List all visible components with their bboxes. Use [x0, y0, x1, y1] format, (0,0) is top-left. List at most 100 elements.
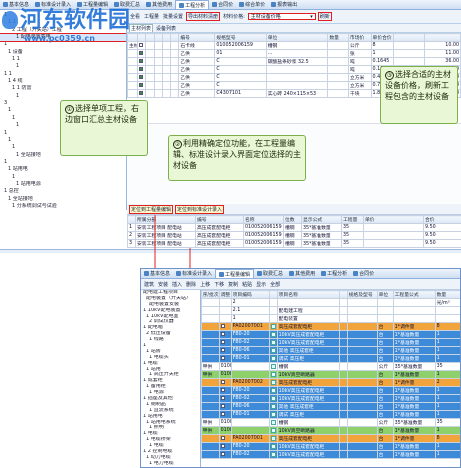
column-header-total[interactable]: [423, 33, 461, 42]
row-checkbox[interactable]: [137, 41, 147, 50]
checkbox-icon[interactable]: [139, 82, 144, 87]
toolbar-button[interactable]: 复制: [227, 281, 239, 288]
table-row[interactable]: 主材 石卡线 010052006159 槽钢 公斤 8 10.00: [127, 41, 461, 50]
table-row[interactable]: FB0-02 10kV高压成套配电柜 台 1*基准数量 1: [200, 450, 460, 459]
checkbox-icon[interactable]: [139, 66, 144, 71]
table-row[interactable]: 甲供010052006186 10kV真空断路器 台1*基准数量1: [200, 426, 460, 435]
column-header[interactable]: 单位: [265, 33, 329, 42]
column-header[interactable]: 规格及型号: [346, 290, 378, 299]
bottom-tab[interactable]: 取费汇总: [254, 269, 286, 278]
column-header[interactable]: 单位: [376, 290, 394, 299]
row-checkbox[interactable]: [218, 450, 232, 459]
row-checkbox[interactable]: [218, 354, 232, 363]
checkbox-icon[interactable]: [220, 395, 225, 400]
column-header[interactable]: 显示公式: [301, 215, 342, 224]
group-select[interactable]: 工程量: [143, 13, 160, 20]
tab-unit-price[interactable]: 综合单价: [236, 0, 268, 9]
table-row[interactable]: FB0-06 其他 高压成套柜 台 1*基准数量 1: [200, 346, 460, 355]
checkbox-icon[interactable]: [220, 411, 225, 416]
checkbox-icon[interactable]: [220, 347, 225, 352]
column-header[interactable]: 数量: [327, 33, 349, 42]
table-row[interactable]: FB0-20 10kV高压成套配电柜 台 1*基准数量 1: [200, 386, 460, 395]
table-row[interactable]: 1 安装工程项目 配电站 高压成套配电柜 010052006159 槽钢 35*基准数量 3…: [127, 223, 461, 232]
table-row[interactable]: FB0-20 10kV高压成套配电柜 台 1*基准数量 1: [200, 442, 460, 451]
tree-node[interactable]: 1 站用电源: [0, 181, 126, 188]
row-checkbox[interactable]: [137, 81, 147, 90]
toolbar-button[interactable]: 插入: [171, 281, 183, 288]
table-row[interactable]: FB0-01 调试 高压柜 台 1*基准数量 1: [200, 354, 460, 363]
tab-material-list[interactable]: 主材列表: [129, 24, 154, 32]
tree-node[interactable]: 1: [0, 159, 126, 166]
column-header[interactable]: 位数: [283, 215, 302, 224]
tree-node[interactable]: 1 分系统调试与试验: [0, 203, 126, 210]
column-header[interactable]: [127, 215, 136, 224]
tree-node[interactable]: 1 站用电: [0, 166, 126, 173]
tree-node[interactable]: 1 全站接地: [0, 196, 126, 203]
row-checkbox[interactable]: [218, 410, 232, 419]
bottom-tab[interactable]: 工程量编辑: [215, 269, 255, 278]
checkbox-icon[interactable]: [139, 50, 144, 55]
tab-equipment-list[interactable]: 设备列表: [155, 25, 177, 32]
tree-node[interactable]: 1 1: [0, 56, 126, 63]
checkbox-icon[interactable]: [220, 387, 225, 392]
column-header[interactable]: [338, 290, 348, 299]
tab-project-analysis[interactable]: 工程分析: [175, 0, 210, 9]
checkbox-icon[interactable]: [220, 331, 225, 336]
checkbox-icon[interactable]: [139, 90, 144, 95]
checkbox-icon[interactable]: [220, 323, 225, 328]
refresh-button[interactable]: 刷新: [317, 12, 332, 21]
bottom-tab[interactable]: 标准设计录入: [173, 269, 215, 278]
column-header[interactable]: [145, 33, 155, 42]
checkbox-icon[interactable]: [139, 74, 144, 79]
toolbar-button[interactable]: 上移: [199, 281, 211, 288]
column-header[interactable]: 单价: [363, 215, 424, 224]
row-checkbox[interactable]: [218, 378, 232, 387]
tree-node[interactable]: 1: [0, 63, 126, 70]
table-row[interactable]: 乙供 C 碳酸盐条砂浆 32.5 吨 0.1645 36.00: [127, 57, 461, 66]
column-header[interactable]: 序/批次: [200, 290, 220, 299]
bottom-tab[interactable]: 合同价: [350, 269, 377, 278]
table-row[interactable]: PA02007002 高压成套配电柜 台 1*调件量 2: [200, 378, 460, 387]
tree-node[interactable]: 1 总控: [0, 188, 126, 195]
column-header[interactable]: 名称: [243, 215, 284, 224]
price-type-select[interactable]: 主材设备价格 ▾: [247, 13, 316, 20]
row-checkbox[interactable]: [218, 386, 232, 395]
bottom-tab[interactable]: 其他费用: [286, 269, 318, 278]
checkbox-icon[interactable]: [220, 379, 225, 384]
column-header[interactable]: 工程量公式: [392, 290, 436, 299]
column-header[interactable]: [153, 33, 163, 42]
checkbox-icon[interactable]: [220, 435, 225, 440]
locate-quantity-button[interactable]: 定位到工程量编辑: [129, 204, 174, 214]
tab-other-fees[interactable]: 其他费用: [143, 0, 175, 9]
checkbox-icon[interactable]: [220, 355, 225, 360]
row-checkbox[interactable]: [137, 49, 147, 58]
table-row[interactable]: 甲供010052006159 槽钢 公斤35*基准数量35: [200, 418, 460, 427]
table-row[interactable]: FB0-02 10kV高压成套配电柜 台 1*基准数量 1: [200, 394, 460, 403]
checkbox-icon[interactable]: [220, 339, 225, 344]
column-header[interactable]: 调整: [218, 290, 232, 299]
table-row[interactable]: 2.1 配电建工程: [200, 306, 460, 315]
table-row[interactable]: 1 配电装置: [200, 314, 460, 323]
tree-node[interactable]: 1: [0, 174, 126, 181]
checkbox-icon[interactable]: [220, 451, 225, 456]
toolbar-button[interactable]: 粘贴: [241, 281, 253, 288]
toolbar-button[interactable]: 全部: [269, 281, 281, 288]
locate-design-button[interactable]: 定位到标准设计录入: [175, 204, 225, 214]
checkbox-icon[interactable]: [139, 42, 144, 47]
tree-node[interactable]: 1 电力电缆: [141, 461, 200, 467]
tab-report-output[interactable]: 报表输出: [268, 0, 300, 9]
column-header[interactable]: 工程量: [341, 215, 364, 224]
row-checkbox[interactable]: [218, 322, 232, 331]
bottom-tab[interactable]: 工程分析: [318, 269, 350, 278]
column-header[interactable]: 项目编码: [230, 290, 270, 299]
toolbar-button[interactable]: 建筑: [143, 281, 155, 288]
column-header[interactable]: 所属分部: [135, 215, 196, 224]
table-row[interactable]: 甲供010052006159 槽钢 公斤35*基准数量35: [200, 362, 460, 371]
table-row[interactable]: 3 安装工程项目 配电站 高压成套配电柜 010052006159 槽钢 35*基准数量 3…: [127, 239, 461, 248]
tree-node[interactable]: 1 1: [0, 71, 126, 78]
row-checkbox[interactable]: [137, 73, 147, 82]
column-header[interactable]: 合价: [423, 215, 461, 224]
table-row[interactable]: FB0-02 10kV高压成套配电柜 台 1*基准数量 1: [200, 338, 460, 347]
row-checkbox[interactable]: [218, 394, 232, 403]
table-row[interactable]: FB0-06 其他 高压成套柜 台 1*基准数量 1: [200, 402, 460, 411]
